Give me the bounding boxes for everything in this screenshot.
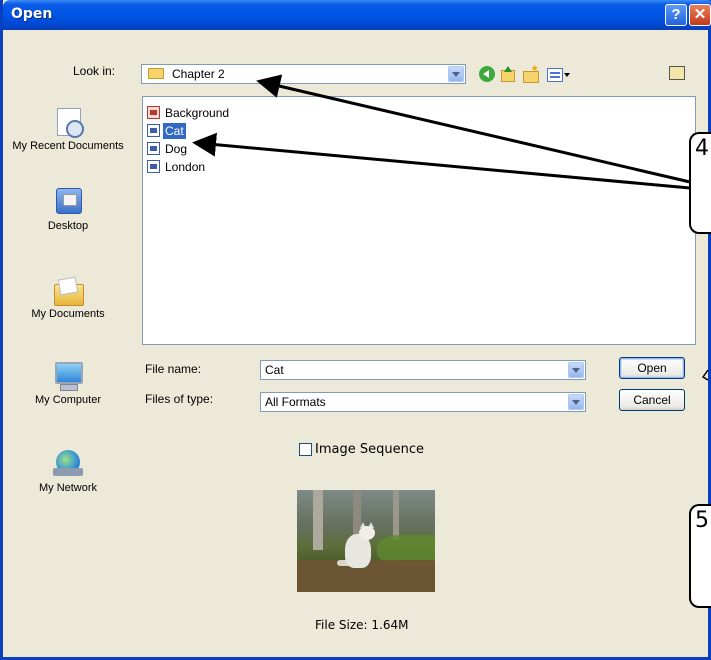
arrow-to-open xyxy=(701,369,709,381)
annotation-arrows xyxy=(192,74,709,381)
